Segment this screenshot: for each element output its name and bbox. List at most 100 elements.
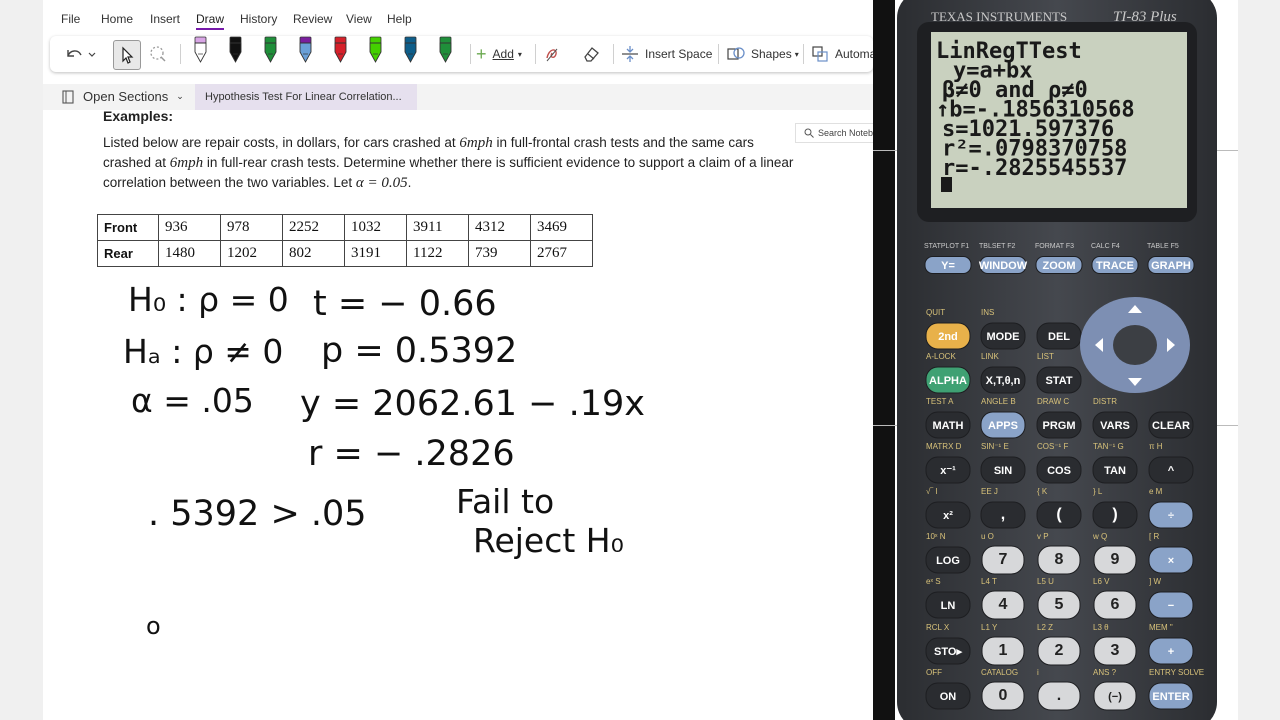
key-apps[interactable]: APPS — [980, 411, 1026, 439]
key-caption: u O — [981, 532, 994, 541]
key-[interactable]: , — [980, 501, 1026, 529]
key-label: ENTER — [1152, 691, 1189, 703]
key-enter[interactable]: ENTER — [1148, 682, 1194, 710]
key-[interactable]: − — [1148, 591, 1194, 619]
key-1[interactable]: 1 — [981, 636, 1025, 666]
key-log[interactable]: LOG — [925, 546, 971, 574]
key-prgm[interactable]: PRGM — [1036, 411, 1082, 439]
p-value: p = 0.5392 — [321, 331, 517, 371]
key-mode[interactable]: MODE — [980, 322, 1026, 350]
key-2nd[interactable]: 2nd — [925, 322, 971, 350]
key-label: (−) — [1108, 691, 1122, 703]
key-label: 1 — [999, 642, 1008, 659]
key-label: Y= — [941, 260, 955, 272]
key-caption: EE J — [981, 487, 998, 496]
key-caption: L3 θ — [1093, 623, 1109, 632]
key-4[interactable]: 4 — [981, 590, 1025, 620]
key-caption: SIN⁻¹ E — [981, 442, 1009, 451]
key-clear[interactable]: CLEAR — [1148, 411, 1194, 439]
key-xtn[interactable]: X,T,θ,n — [980, 366, 1026, 394]
key-[interactable]: ^ — [1148, 456, 1194, 484]
key-[interactable]: ÷ — [1148, 501, 1194, 529]
key-y[interactable]: Y= — [924, 256, 972, 274]
null-hypothesis: H₀ : ρ = 0 — [128, 280, 289, 319]
key-label: 2 — [1055, 642, 1064, 659]
arrow-pad[interactable] — [1080, 297, 1190, 393]
key-caption: L5 U — [1037, 577, 1054, 586]
function-key-caption: CALC F4 — [1091, 243, 1120, 250]
key-label: WINDOW — [979, 260, 1028, 272]
key-sin[interactable]: SIN — [980, 456, 1026, 484]
key-label: STO▸ — [934, 646, 962, 658]
key-[interactable]: ( — [1036, 501, 1082, 529]
brand-label: TEXAS INSTRUMENTS — [931, 9, 1067, 24]
key-caption: COS⁻¹ F — [1037, 442, 1068, 451]
key-caption: LIST — [1037, 352, 1054, 361]
key-alpha[interactable]: ALPHA — [925, 366, 971, 394]
key-label: − — [1168, 600, 1174, 612]
key-label: ZOOM — [1043, 260, 1076, 272]
key-label: 8 — [1055, 551, 1064, 568]
key-stat[interactable]: STAT — [1036, 366, 1082, 394]
key-label: 0 — [999, 687, 1008, 704]
key-window[interactable]: WINDOW — [979, 256, 1028, 274]
key-label: LOG — [936, 555, 960, 567]
key-cos[interactable]: COS — [1036, 456, 1082, 484]
key-caption: LINK — [981, 352, 999, 361]
calculator-backdrop — [873, 0, 895, 720]
key-x[interactable]: x⁻¹ — [925, 456, 971, 484]
key-[interactable]: ) — [1092, 501, 1138, 529]
key-caption: RCL X — [926, 623, 950, 632]
key-label: , — [1001, 506, 1005, 523]
screen-line: r=-.2825545537 — [942, 156, 1127, 181]
key-sto[interactable]: STO▸ — [925, 637, 971, 665]
key-label: X,T,θ,n — [986, 375, 1021, 387]
key-label: ÷ — [1168, 510, 1174, 522]
key-caption: TAN⁻¹ G — [1093, 442, 1124, 451]
key-3[interactable]: 3 — [1093, 636, 1137, 666]
key-caption: ANGLE B — [981, 397, 1016, 406]
key-tan[interactable]: TAN — [1092, 456, 1138, 484]
key-graph[interactable]: GRAPH — [1147, 256, 1195, 274]
key-caption: L2 Z — [1037, 623, 1053, 632]
key-ln[interactable]: LN — [925, 591, 971, 619]
key-8[interactable]: 8 — [1037, 545, 1081, 575]
key-label: CLEAR — [1152, 420, 1190, 432]
key-6[interactable]: 6 — [1093, 590, 1137, 620]
key-caption: MEM " — [1149, 623, 1173, 632]
key-trace[interactable]: TRACE — [1091, 256, 1139, 274]
key-label: ( — [1056, 506, 1062, 523]
key-label: TAN — [1104, 465, 1126, 477]
key-label: TRACE — [1096, 260, 1134, 272]
key-label: SIN — [994, 465, 1012, 477]
correlation-r: r = − .2826 — [308, 434, 515, 474]
key-caption: DRAW C — [1037, 397, 1069, 406]
key-label: x² — [943, 510, 953, 522]
key-5[interactable]: 5 — [1037, 590, 1081, 620]
key-caption: i — [1037, 668, 1039, 677]
key-0[interactable]: 0 — [981, 681, 1025, 711]
key-label: 9 — [1111, 551, 1120, 568]
key-math[interactable]: MATH — [925, 411, 971, 439]
key-label: STAT — [1045, 375, 1072, 387]
alpha-level: α = .05 — [131, 381, 254, 420]
model-label: TI-83 Plus — [1113, 9, 1177, 25]
key-caption: OFF — [926, 668, 942, 677]
key-label: COS — [1047, 465, 1071, 477]
conclusion-line-2: Reject H₀ — [473, 521, 624, 560]
key-[interactable]: + — [1148, 637, 1194, 665]
key-[interactable]: × — [1148, 546, 1194, 574]
key-9[interactable]: 9 — [1093, 545, 1137, 575]
key-7[interactable]: 7 — [981, 545, 1025, 575]
key-caption: 10ˣ N — [926, 532, 946, 541]
key-on[interactable]: ON — [925, 682, 971, 710]
key-caption: ANS ? — [1093, 668, 1117, 677]
key-zoom[interactable]: ZOOM — [1035, 256, 1083, 274]
function-key-caption: FORMAT F3 — [1035, 243, 1074, 250]
key-2[interactable]: 2 — [1037, 636, 1081, 666]
key-del[interactable]: DEL — [1036, 322, 1082, 350]
key-[interactable]: . — [1037, 681, 1081, 711]
key-x[interactable]: x² — [925, 501, 971, 529]
key-[interactable]: (−) — [1093, 681, 1137, 711]
key-vars[interactable]: VARS — [1092, 411, 1138, 439]
